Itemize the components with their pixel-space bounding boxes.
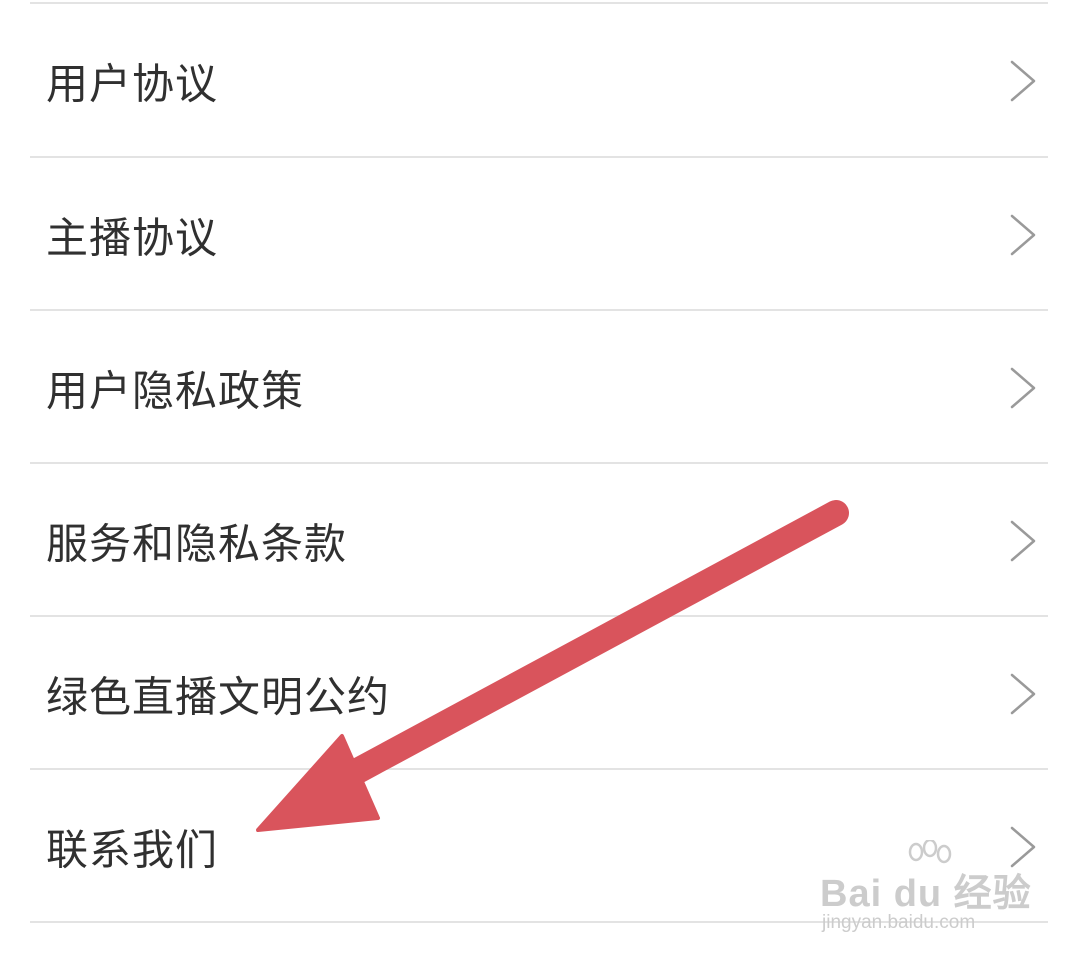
divider: [30, 615, 1048, 617]
menu-item-label: 用户协议: [46, 59, 219, 109]
divider: [30, 2, 1048, 4]
menu-item-label: 服务和隐私条款: [46, 519, 348, 569]
menu-item-user-agreement[interactable]: 用户协议: [30, 6, 1048, 156]
menu-item-privacy-policy[interactable]: 用户隐私政策: [30, 313, 1048, 463]
settings-menu: 用户协议 主播协议 用户隐私政策 服务和隐私条款 绿色直播文明公约 联系我们: [0, 0, 1072, 960]
divider: [30, 768, 1048, 770]
watermark-logo: Bai du 经验: [820, 873, 1032, 915]
chevron-right-icon: [1010, 60, 1036, 102]
chevron-right-icon: [1010, 520, 1036, 562]
menu-item-label: 联系我们: [46, 825, 219, 875]
divider: [30, 156, 1048, 158]
menu-item-service-terms[interactable]: 服务和隐私条款: [30, 466, 1048, 616]
menu-item-label: 主播协议: [46, 213, 219, 263]
divider: [30, 462, 1048, 464]
chevron-right-icon: [1010, 214, 1036, 256]
chevron-right-icon: [1010, 367, 1036, 409]
divider: [30, 309, 1048, 311]
watermark-url: jingyan.baidu.com: [822, 912, 976, 933]
baidu-jingyan-watermark: Bai du 经验 jingyan.baidu.com: [820, 840, 1031, 940]
menu-item-live-convention[interactable]: 绿色直播文明公约: [30, 619, 1048, 769]
menu-item-label: 用户隐私政策: [46, 366, 305, 416]
menu-item-anchor-agreement[interactable]: 主播协议: [30, 160, 1048, 310]
chevron-right-icon: [1010, 673, 1036, 715]
menu-item-label: 绿色直播文明公约: [46, 672, 391, 722]
